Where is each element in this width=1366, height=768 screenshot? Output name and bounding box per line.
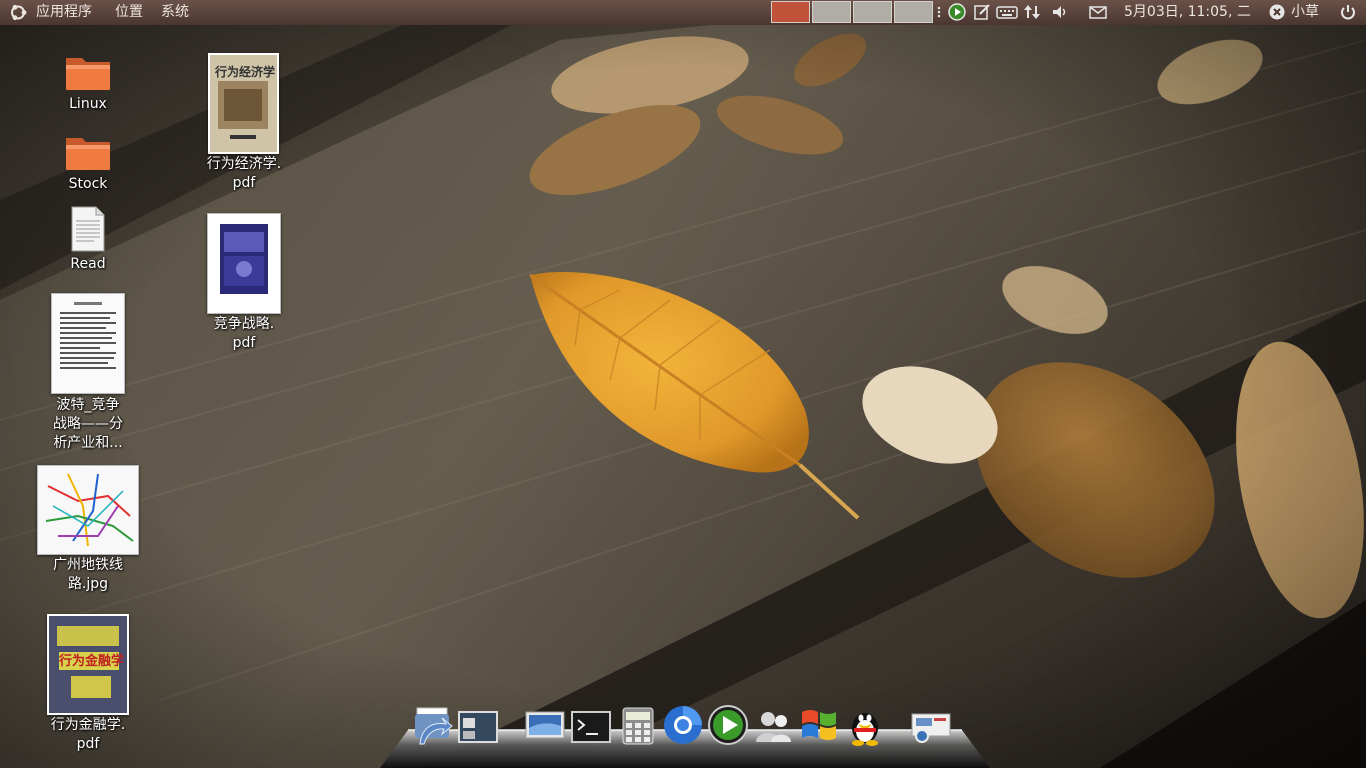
- user-name[interactable]: 小草: [1291, 0, 1319, 25]
- top-panel: 应用程序 位置 系统 5月03日, 11:05, 二 小草: [0, 0, 1366, 25]
- media-play-icon[interactable]: [948, 3, 966, 21]
- desktop-label-competitive-strategy-line2: pdf: [232, 335, 256, 351]
- desktop-icon-porter-pdf[interactable]: [51, 293, 125, 394]
- folder-icon: [66, 58, 110, 90]
- workspace-1[interactable]: [771, 1, 810, 23]
- desktop-icon-stock[interactable]: [60, 130, 116, 194]
- notes-icon[interactable]: [973, 3, 991, 21]
- desktop-label-read: Read: [70, 256, 106, 272]
- desktop-label-behavioral-economics-line2: pdf: [232, 175, 256, 191]
- desktop-label-porter-line3: 析产业和...: [53, 435, 123, 451]
- desktop-label-porter-line2: 战略——分: [53, 416, 123, 432]
- book-cover-title: 行为经济学: [215, 65, 276, 79]
- desktop-icon-behavioral-economics-pdf[interactable]: 行为经济学: [208, 53, 279, 154]
- desktop-label-competitive-strategy-line1: 竞争战略.: [213, 316, 275, 332]
- media-player-icon[interactable]: [707, 704, 749, 746]
- ubuntu-logo-icon[interactable]: [8, 0, 28, 25]
- desktop-icon-linux[interactable]: [60, 50, 116, 114]
- desktop-label-behavioral-economics-line1: 行为经济学.: [206, 156, 282, 172]
- keyboard-icon[interactable]: [996, 3, 1018, 21]
- desktop-label-behavioral-finance-line2: pdf: [76, 736, 100, 752]
- volume-icon[interactable]: [1051, 3, 1069, 21]
- folder-icon: [66, 138, 110, 170]
- desktop-label-porter-line1: 波特_竞争: [56, 397, 120, 413]
- tray-handle-icon: [936, 3, 942, 21]
- workspace-4[interactable]: [894, 1, 933, 23]
- chromium-icon[interactable]: [662, 704, 704, 746]
- desktop-label-metro-line1: 广州地铁线: [53, 557, 123, 573]
- display-settings-icon[interactable]: [524, 704, 566, 746]
- book-cover-thumbnail: [220, 224, 268, 294]
- metro-map-thumbnail: [45, 473, 134, 547]
- places-menu[interactable]: 位置: [115, 0, 143, 25]
- clock[interactable]: 5月03日, 11:05, 二: [1124, 0, 1251, 25]
- mail-icon[interactable]: [1088, 3, 1108, 21]
- show-desktop-icon[interactable]: [457, 704, 499, 746]
- system-menu[interactable]: 系统: [161, 0, 189, 25]
- desktop-icon-competitive-strategy-pdf[interactable]: [207, 213, 281, 314]
- desktop-icon-read[interactable]: [60, 205, 116, 255]
- desktop-label-behavioral-finance-line1: 行为金融学.: [50, 717, 126, 733]
- document-thumbnail: [60, 302, 116, 369]
- desktop-icon-metro-jpg[interactable]: [37, 465, 139, 555]
- network-icon[interactable]: [1023, 3, 1041, 21]
- desktop-icon-behavioral-finance-pdf[interactable]: 行为金融学: [47, 614, 129, 715]
- calculator-icon[interactable]: [617, 704, 659, 746]
- desktop-wallpaper: [0, 0, 1366, 768]
- workspace-3[interactable]: [853, 1, 892, 23]
- text-file-icon: [71, 206, 105, 252]
- empathy-icon[interactable]: [753, 704, 795, 746]
- qq-icon[interactable]: [844, 704, 886, 746]
- workspace-2[interactable]: [812, 1, 851, 23]
- book-cover-title: 行为金融学: [59, 654, 125, 669]
- windows-icon[interactable]: [798, 704, 840, 746]
- user-status-icon[interactable]: [1268, 3, 1286, 21]
- terminal-icon[interactable]: [570, 704, 612, 746]
- power-icon[interactable]: [1339, 3, 1357, 21]
- screenshot-icon[interactable]: [910, 704, 952, 746]
- desktop-label-metro-line2: 路.jpg: [67, 576, 109, 592]
- applications-menu[interactable]: 应用程序: [36, 0, 92, 25]
- home-folder-icon[interactable]: [412, 704, 454, 746]
